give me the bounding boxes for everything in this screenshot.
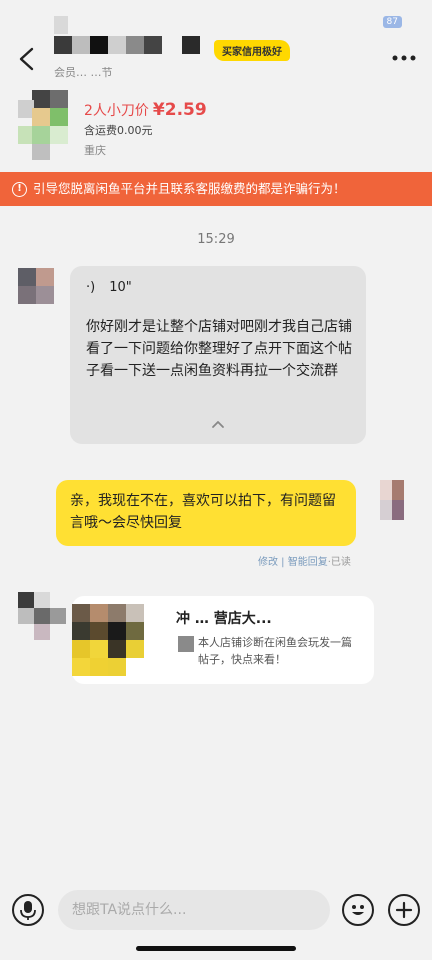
message-status: 修改 | 智能回复·已读 — [258, 553, 351, 568]
voice-message[interactable]: ·) 10" — [86, 280, 132, 295]
warning-icon: ! — [12, 182, 27, 197]
product-location: 重庆 — [84, 144, 106, 157]
emoji-button[interactable] — [342, 894, 374, 926]
more-button[interactable] — [390, 48, 418, 68]
message-input[interactable] — [58, 890, 330, 930]
status-separator: | — [278, 557, 288, 568]
sender-avatar[interactable] — [18, 268, 54, 304]
microphone-icon — [20, 901, 36, 920]
chevron-up-icon[interactable] — [210, 418, 226, 430]
message-timestamp: 15:29 — [197, 232, 235, 247]
shared-post-card[interactable]: 冲 … 营店大... 本人店铺诊断在闲鱼会玩发一篇帖子，快点来看！ — [72, 596, 374, 684]
top-bar: 87 买家信用极好 会员… …节 — [0, 0, 432, 88]
card-title: 冲 … 营店大... — [176, 611, 272, 627]
message-input-bar — [0, 880, 432, 936]
product-thumbnail[interactable] — [18, 90, 70, 162]
chevron-left-icon — [19, 47, 34, 71]
voice-transcript: 你好刚才是让整个店铺对吧刚才我自己店铺看了一下问题给你整理好了点开下面这个帖子看… — [86, 319, 352, 379]
my-avatar[interactable] — [380, 480, 404, 522]
price-label: 2人小刀价 — [84, 103, 149, 119]
back-button[interactable] — [14, 44, 40, 74]
warning-text: 引导您脱离闲鱼平台并且联系客服缴费的都是诈骗行为！ — [33, 181, 346, 196]
emoji-icon — [352, 905, 364, 915]
product-strip[interactable]: 2人小刀价 ¥2.59 含运费0.00元 重庆 — [0, 88, 432, 172]
incoming-voice-bubble[interactable]: ·) 10" 你好刚才是让整个店铺对吧刚才我自己店铺看了一下问题给你整理好了点开下… — [70, 266, 366, 444]
voice-duration: 10" — [109, 280, 132, 295]
more-actions-button[interactable] — [388, 894, 420, 926]
fraud-warning-banner: ! 引导您脱离闲鱼平台并且联系客服缴费的都是诈骗行为！ — [0, 172, 432, 206]
outgoing-message-bubble[interactable]: 亲，我现在不在，喜欢可以拍下，有问题留言哦～会尽快回复 — [56, 480, 356, 546]
battery-indicator: 87 — [382, 16, 402, 28]
card-description: 本人店铺诊断在闲鱼会玩发一篇帖子，快点来看！ — [198, 636, 352, 666]
product-price: 2人小刀价 ¥2.59 — [84, 100, 207, 120]
card-sender-avatar[interactable] — [18, 592, 68, 642]
voice-input-button[interactable] — [12, 894, 44, 926]
plus-icon — [395, 901, 413, 919]
auto-reply-label: 智能回复 — [287, 557, 328, 568]
edit-link[interactable]: 修改 — [258, 557, 278, 568]
contact-subtitle: 会员… …节 — [54, 66, 113, 79]
shipping-fee: 含运费0.00元 — [84, 124, 153, 137]
read-receipt: ·已读 — [327, 557, 351, 568]
home-indicator — [136, 946, 296, 951]
buyer-credit-badge: 买家信用极好 — [214, 40, 290, 61]
voice-icon: ·) — [86, 280, 96, 295]
price-value: ¥2.59 — [152, 100, 207, 120]
more-icon — [392, 55, 416, 61]
